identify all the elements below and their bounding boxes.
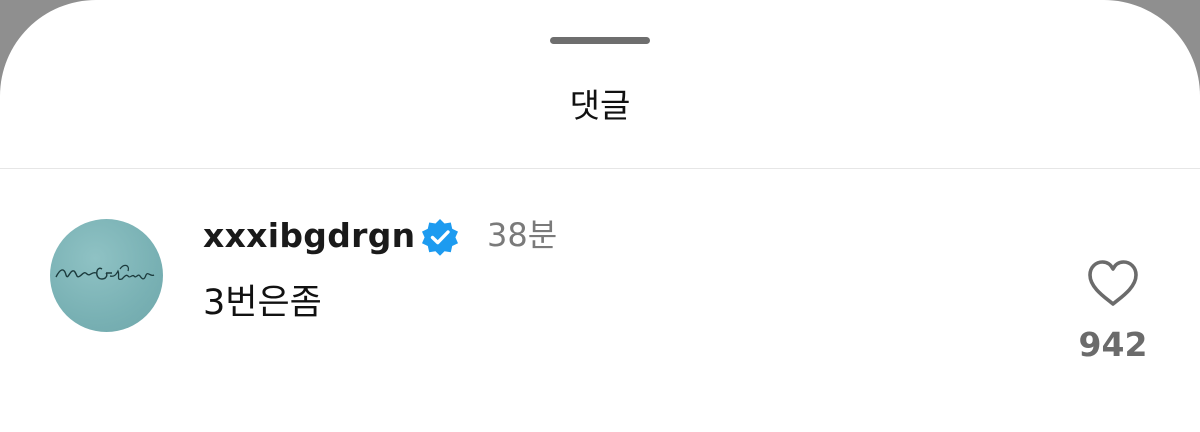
- heart-icon[interactable]: [1086, 258, 1140, 308]
- comment-timestamp: 38분: [487, 216, 558, 254]
- like-count: 942: [1078, 325, 1148, 364]
- divider: [0, 168, 1200, 169]
- avatar[interactable]: [50, 219, 163, 332]
- signature-avatar-icon: [55, 264, 155, 281]
- sheet-title: 댓글: [569, 86, 631, 125]
- comment-text: 3번은좀: [203, 283, 322, 323]
- comment-username[interactable]: xxxibgdrgn: [203, 213, 415, 259]
- verified-badge-icon: [422, 219, 458, 256]
- drag-handle[interactable]: [550, 37, 650, 44]
- comments-sheet: 댓글 xxxibgdrgn 38분 3번은좀 942: [0, 0, 1200, 432]
